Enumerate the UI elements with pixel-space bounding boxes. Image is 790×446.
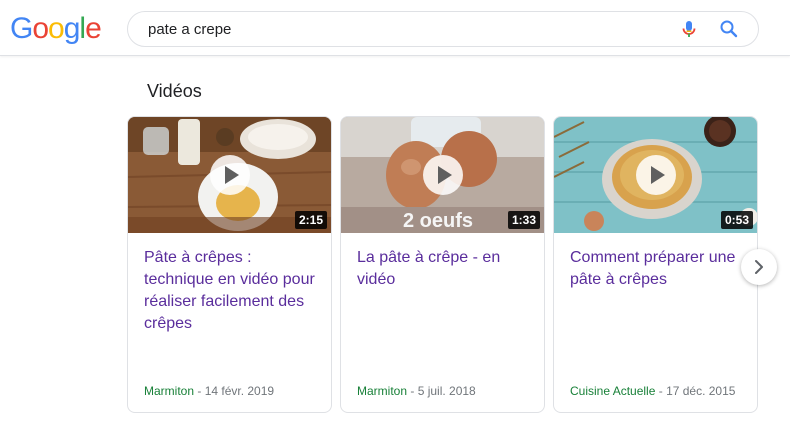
video-thumbnail[interactable]: 2 oeufs 1:33 <box>341 117 544 233</box>
video-card[interactable]: 2:15 Pâte à crêpes : technique en vidéo … <box>127 116 332 413</box>
play-icon[interactable] <box>210 155 250 195</box>
video-meta: Marmiton - 14 févr. 2019 <box>144 384 275 398</box>
video-source: Marmiton <box>357 384 408 398</box>
logo-letter: g <box>63 12 81 45</box>
video-meta: Cuisine Actuelle - 17 déc. 2015 <box>570 384 736 398</box>
video-duration: 1:33 <box>507 211 540 229</box>
video-date: 17 déc. 2015 <box>666 384 736 398</box>
google-logo[interactable]: Google <box>10 10 102 48</box>
play-icon[interactable] <box>636 155 676 195</box>
logo-letter: o <box>32 12 49 45</box>
video-source: Cuisine Actuelle <box>570 384 656 398</box>
logo-letter: e <box>85 12 102 45</box>
section-title: Vidéos <box>147 81 202 101</box>
microphone-icon[interactable] <box>679 19 699 39</box>
search-icon[interactable] <box>718 19 740 39</box>
video-duration: 2:15 <box>294 211 327 229</box>
video-card[interactable]: 2 oeufs 1:33 La pâte à crêpe - en vidéo … <box>340 116 545 413</box>
video-thumbnail[interactable]: 0:53 <box>554 117 757 233</box>
video-duration: 0:53 <box>720 211 753 229</box>
video-date: 5 juil. 2018 <box>417 384 476 398</box>
logo-letter: G <box>10 12 33 45</box>
search-input[interactable] <box>148 12 628 46</box>
video-date: 14 févr. 2019 <box>204 384 275 398</box>
video-meta: Marmiton - 5 juil. 2018 <box>357 384 476 398</box>
video-overlay-text: 2 oeufs <box>403 210 473 232</box>
logo-letter: o <box>48 12 65 45</box>
next-button[interactable] <box>741 249 777 285</box>
play-icon[interactable] <box>423 155 463 195</box>
chevron-right-icon <box>755 260 763 274</box>
video-source: Marmiton <box>144 384 195 398</box>
video-title-link[interactable]: Comment préparer une pâte à crêpes <box>570 247 746 291</box>
video-title-link[interactable]: Pâte à crêpes : technique en vidéo pour … <box>144 247 320 335</box>
video-thumbnail[interactable]: 2:15 <box>128 117 331 233</box>
header: Google <box>0 0 790 56</box>
search-box <box>127 11 759 47</box>
video-card[interactable]: 0:53 Comment préparer une pâte à crêpes … <box>553 116 758 413</box>
video-title-link[interactable]: La pâte à crêpe - en vidéo <box>357 247 533 291</box>
